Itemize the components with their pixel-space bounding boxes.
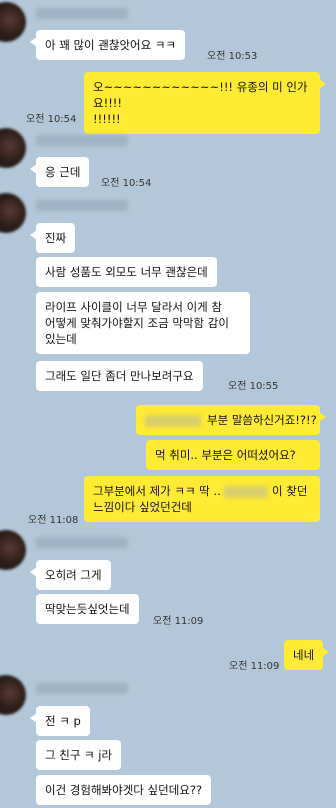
message-text: 먹 취미.. 부분은 어떠셨어요?: [155, 448, 296, 462]
message-bubble[interactable]: 그부분에서 제가 ㅋㅋ 딱 .. 이 찾던 느낌이다 싶었던건데: [84, 476, 320, 522]
message-time: 오전 10:54: [26, 114, 77, 125]
message-bubble[interactable]: 먹 취미.. 부분은 어떠셨어요?: [146, 440, 320, 470]
message-bubble[interactable]: 이건 경험해봐야겟다 싶던데요??: [36, 775, 212, 805]
message-bubble[interactable]: 네네: [284, 640, 330, 670]
message-text: 라이프 사이클이 너무 달라서 이게 참: [45, 300, 222, 314]
message-bubble[interactable]: 오히려 그게: [30, 560, 111, 590]
contact-avatar[interactable]: [0, 128, 26, 168]
contact-name-redacted: [36, 135, 128, 146]
message-text: 사람 성품도 외모도 너무 괜찮은데: [45, 265, 208, 279]
contact-name-redacted: [36, 8, 128, 19]
message-text: 그부분에서 제가 ㅋㅋ 딱 ..: [93, 484, 221, 498]
message-bubble[interactable]: 부분 말씀하신거죠!?!?: [136, 405, 326, 435]
message-time: 오전 10:54: [101, 178, 152, 189]
message-time: 오전 10:53: [207, 51, 258, 62]
message-text: 오~~~~~~~~~~~~!!! 유종의 미 인가요!!!!: [93, 80, 308, 110]
message-text: !!!!!!: [93, 112, 121, 126]
message-bubble[interactable]: 그 친구 ㅋ j라: [36, 740, 122, 770]
message-time: 오전 11:09: [229, 661, 280, 672]
message-text: 있는데: [45, 332, 77, 346]
message-bubble[interactable]: 그래도 일단 좀더 만나보려구요: [36, 361, 203, 391]
message-bubble[interactable]: 오~~~~~~~~~~~~!!! 유종의 미 인가요!!!! !!!!!!: [84, 72, 326, 134]
message-bubble[interactable]: 딱맞는듯싶엇는데: [36, 594, 139, 624]
message-bubble[interactable]: 전 ㅋ p: [30, 706, 90, 736]
message-text: 부분 말씀하신거죠!?!?: [207, 413, 317, 427]
message-text: 오히려 그게: [45, 568, 102, 582]
message-bubble[interactable]: 라이프 사이클이 너무 달라서 이게 참 어떻게 맞춰가야할지 조금 막막함 감…: [36, 292, 250, 354]
message-bubble[interactable]: 진짜: [29, 223, 76, 253]
redacted-text: [224, 485, 269, 498]
message-time: 오전 11:08: [28, 515, 79, 526]
contact-name-redacted: [36, 200, 128, 211]
message-bubble[interactable]: 사람 성품도 외모도 너무 괜찮은데: [36, 257, 217, 287]
contact-name-redacted: [36, 537, 128, 548]
contact-avatar[interactable]: [0, 530, 26, 570]
message-bubble[interactable]: 아 꽤 많이 괜찮앗어요 ㅋㅋ: [29, 30, 186, 60]
message-text: 느낌이다 싶었던건데: [93, 500, 192, 514]
message-text: 네네: [293, 648, 315, 662]
message-text: 어떻게 맞춰가야할지 조금 막막함 감이: [45, 316, 229, 330]
message-time: 오전 10:55: [228, 381, 279, 392]
message-text: 이 찾던: [272, 484, 308, 498]
message-bubble[interactable]: 응 근데: [29, 157, 90, 187]
redacted-text: [145, 414, 201, 427]
message-text: 딱맞는듯싶엇는데: [45, 602, 130, 616]
message-text: 아 꽤 많이 괜찮앗어요 ㅋㅋ: [45, 38, 177, 52]
message-text: 응 근데: [45, 165, 81, 179]
message-text: 그 친구 ㅋ j라: [45, 748, 113, 762]
message-text: 전 ㅋ p: [45, 714, 81, 728]
contact-avatar[interactable]: [0, 2, 26, 42]
contact-avatar[interactable]: [0, 193, 26, 233]
message-text: 그래도 일단 좀더 만나보려구요: [45, 369, 194, 383]
contact-avatar[interactable]: [0, 675, 26, 715]
message-text: 이건 경험해봐야겟다 싶던데요??: [45, 783, 203, 797]
contact-name-redacted: [36, 683, 128, 694]
message-time: 오전 11:09: [153, 616, 204, 627]
message-text: 진짜: [45, 231, 67, 245]
